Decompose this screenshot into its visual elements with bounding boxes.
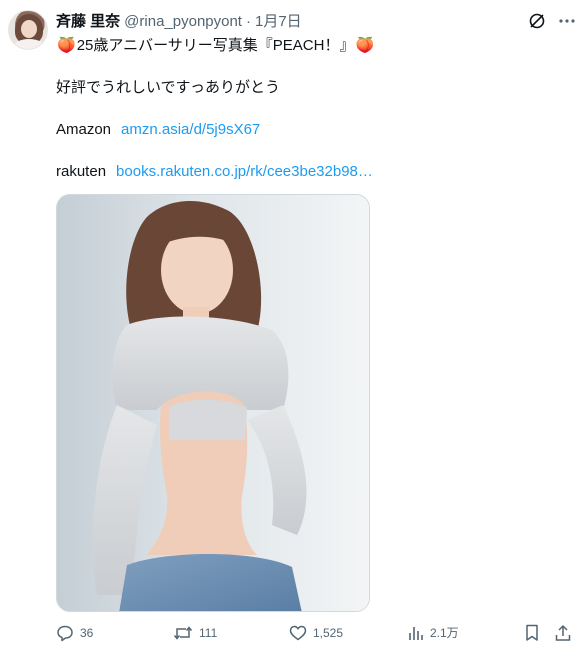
action-bar: 36 111 1,525 2.1万	[56, 624, 578, 644]
views-button[interactable]: 2.1万	[408, 624, 459, 641]
view-count: 2.1万	[430, 626, 459, 640]
share-button[interactable]	[554, 624, 572, 642]
rakuten-label: rakuten	[56, 163, 107, 180]
post: 斉藤 里奈 @rina_pyonpyont · 1月7日 🍑 25歳アニバーサリ…	[0, 0, 588, 653]
like-count: 1,525	[313, 626, 344, 640]
like-button[interactable]: 1,525	[289, 624, 343, 642]
post-header: 斉藤 里奈 @rina_pyonpyont · 1月7日	[56, 12, 302, 32]
avatar[interactable]	[8, 10, 48, 50]
photo-top	[169, 399, 247, 440]
repost-icon	[173, 626, 193, 640]
reply-button[interactable]: 36	[56, 624, 93, 642]
separator: ·	[245, 13, 251, 30]
repost-button[interactable]: 111	[173, 624, 217, 642]
thanks-line: 好評でうれしいですっありがとう	[56, 78, 280, 98]
avatar-shoulders	[13, 39, 45, 49]
amazon-label: Amazon	[56, 121, 112, 138]
peach-emoji-left: 🍑	[57, 37, 76, 54]
rakuten-link[interactable]: books.rakuten.co.jp/rk/cee3be32b98…	[116, 162, 373, 182]
grok-icon[interactable]	[528, 12, 546, 30]
rakuten-line: rakuten books.rakuten.co.jp/rk/cee3be32b…	[56, 162, 373, 182]
repost-count: 111	[199, 626, 218, 640]
title-line: 🍑 25歳アニバーサリー写真集『PEACH！』 🍑	[56, 36, 375, 56]
post-title: 25歳アニバーサリー写真集『PEACH！』	[76, 37, 355, 54]
peach-emoji-right: 🍑	[355, 37, 375, 54]
post-photo[interactable]	[56, 194, 370, 612]
photo-jeans	[119, 554, 302, 611]
reply-icon	[57, 625, 73, 642]
amazon-link[interactable]: amzn.asia/d/5j9sX67	[121, 120, 260, 140]
like-icon	[289, 625, 307, 641]
bookmark-button[interactable]	[524, 624, 540, 642]
author-name[interactable]: 斉藤 里奈	[56, 12, 120, 32]
thanks-text: 好評でうれしいですっありがとう	[56, 79, 280, 96]
reply-count: 36	[80, 626, 94, 640]
share-icon	[555, 625, 571, 641]
amazon-line: Amazon amzn.asia/d/5j9sX67	[56, 120, 260, 140]
avatar-face	[21, 20, 37, 38]
author-handle[interactable]: @rina_pyonpyont	[124, 12, 242, 32]
post-date[interactable]: 1月7日	[255, 12, 302, 32]
bookmark-icon	[526, 624, 538, 641]
more-icon[interactable]	[556, 10, 578, 32]
views-icon	[409, 626, 423, 640]
